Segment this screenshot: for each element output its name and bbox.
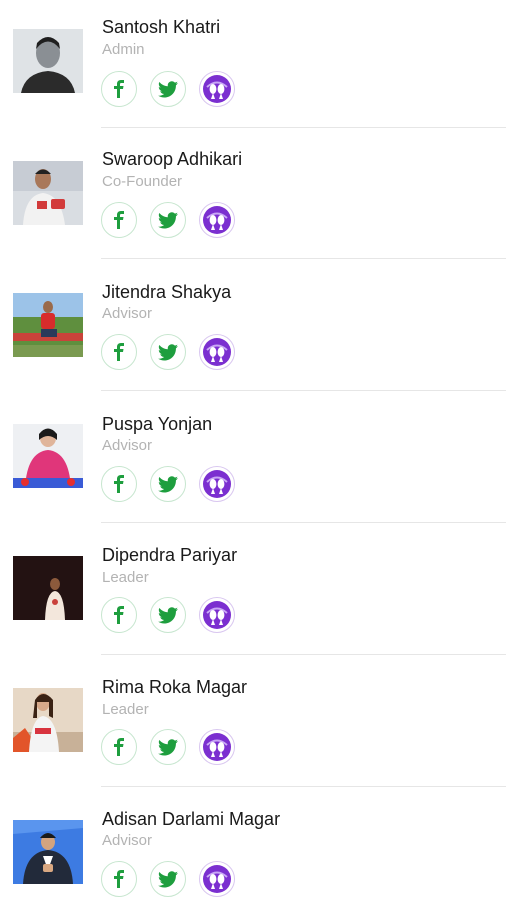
member-row[interactable]: Jitendra Shakya Advisor bbox=[0, 262, 506, 393]
member-name: Jitendra Shakya bbox=[102, 282, 232, 302]
social-links bbox=[101, 466, 235, 502]
twitter-button[interactable] bbox=[150, 334, 186, 370]
twitter-button[interactable] bbox=[150, 466, 186, 502]
facebook-button[interactable] bbox=[101, 202, 137, 238]
twitter-button[interactable] bbox=[150, 861, 186, 897]
member-row[interactable]: Swaroop Adhikari Co-Founder bbox=[0, 131, 506, 262]
member-name: Santosh Khatri bbox=[102, 17, 221, 37]
app-logo-icon bbox=[203, 865, 231, 893]
app-profile-button[interactable] bbox=[199, 861, 235, 897]
member-row[interactable]: Puspa Yonjan Advisor bbox=[0, 394, 506, 525]
divider bbox=[101, 654, 506, 655]
avatar[interactable] bbox=[13, 293, 83, 357]
member-role: Advisor bbox=[102, 832, 153, 849]
twitter-button[interactable] bbox=[150, 597, 186, 633]
facebook-icon bbox=[114, 606, 124, 624]
twitter-button[interactable] bbox=[150, 729, 186, 765]
member-role: Leader bbox=[102, 569, 149, 586]
app-profile-button[interactable] bbox=[199, 597, 235, 633]
twitter-icon bbox=[158, 211, 178, 228]
app-logo-icon bbox=[203, 206, 231, 234]
app-profile-button[interactable] bbox=[199, 71, 235, 107]
divider bbox=[101, 390, 506, 391]
app-profile-button[interactable] bbox=[199, 729, 235, 765]
member-name: Rima Roka Magar bbox=[102, 677, 248, 697]
app-logo-icon bbox=[203, 601, 231, 629]
facebook-icon bbox=[114, 343, 124, 361]
member-row[interactable]: Dipendra Pariyar Leader bbox=[0, 526, 506, 657]
app-profile-button[interactable] bbox=[199, 334, 235, 370]
member-name: Adisan Darlami Magar bbox=[102, 809, 281, 829]
facebook-button[interactable] bbox=[101, 71, 137, 107]
member-name: Swaroop Adhikari bbox=[102, 149, 243, 169]
facebook-icon bbox=[114, 80, 124, 98]
facebook-icon bbox=[114, 870, 124, 888]
twitter-button[interactable] bbox=[150, 202, 186, 238]
member-role: Admin bbox=[102, 41, 145, 58]
social-links bbox=[101, 861, 235, 897]
twitter-icon bbox=[158, 475, 178, 492]
divider bbox=[101, 258, 506, 259]
twitter-icon bbox=[158, 80, 178, 97]
avatar[interactable] bbox=[13, 688, 83, 752]
member-role: Advisor bbox=[102, 305, 153, 322]
social-links bbox=[101, 334, 235, 370]
facebook-button[interactable] bbox=[101, 597, 137, 633]
divider bbox=[101, 786, 506, 787]
facebook-button[interactable] bbox=[101, 466, 137, 502]
avatar[interactable] bbox=[13, 424, 83, 488]
twitter-icon bbox=[158, 738, 178, 755]
member-name: Puspa Yonjan bbox=[102, 414, 213, 434]
facebook-icon bbox=[114, 738, 124, 756]
app-profile-button[interactable] bbox=[199, 466, 235, 502]
twitter-button[interactable] bbox=[150, 71, 186, 107]
twitter-icon bbox=[158, 343, 178, 360]
social-links bbox=[101, 729, 235, 765]
member-role: Leader bbox=[102, 701, 149, 718]
avatar[interactable] bbox=[13, 556, 83, 620]
member-row[interactable]: Santosh Khatri Admin bbox=[0, 0, 506, 131]
avatar[interactable] bbox=[13, 820, 83, 884]
twitter-icon bbox=[158, 870, 178, 887]
app-profile-button[interactable] bbox=[199, 202, 235, 238]
social-links bbox=[101, 597, 235, 633]
facebook-icon bbox=[114, 211, 124, 229]
app-logo-icon bbox=[203, 75, 231, 103]
facebook-button[interactable] bbox=[101, 861, 137, 897]
member-row[interactable]: Adisan Darlami Magar Advisor bbox=[0, 790, 506, 921]
app-logo-icon bbox=[203, 733, 231, 761]
member-list: Santosh Khatri Admin Swaroop Adhikari Co… bbox=[0, 0, 506, 900]
facebook-button[interactable] bbox=[101, 334, 137, 370]
app-logo-icon bbox=[203, 470, 231, 498]
divider bbox=[101, 522, 506, 523]
facebook-button[interactable] bbox=[101, 729, 137, 765]
facebook-icon bbox=[114, 475, 124, 493]
member-name: Dipendra Pariyar bbox=[102, 545, 238, 565]
member-role: Advisor bbox=[102, 437, 153, 454]
member-role: Co-Founder bbox=[102, 173, 183, 190]
app-logo-icon bbox=[203, 338, 231, 366]
twitter-icon bbox=[158, 606, 178, 623]
social-links bbox=[101, 202, 235, 238]
member-row[interactable]: Rima Roka Magar Leader bbox=[0, 658, 506, 789]
avatar[interactable] bbox=[13, 161, 83, 225]
social-links bbox=[101, 71, 235, 107]
divider bbox=[101, 127, 506, 128]
avatar[interactable] bbox=[13, 29, 83, 93]
